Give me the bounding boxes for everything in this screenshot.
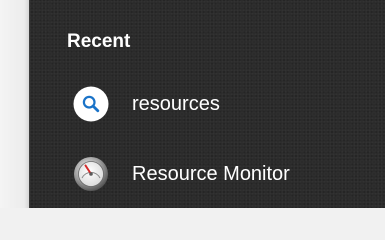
resource-monitor-icon	[73, 156, 109, 192]
recent-item-label: resources	[132, 93, 220, 115]
recent-item-resource-monitor[interactable]: Resource Monitor	[73, 155, 373, 193]
recent-section-title: Recent	[67, 31, 131, 52]
recent-item-label: Resource Monitor	[132, 163, 290, 185]
search-icon	[73, 86, 109, 122]
recent-item-resources[interactable]: resources	[73, 85, 373, 123]
window-left-edge	[0, 0, 29, 208]
recent-panel: Recent resources Resource Monitor	[29, 0, 385, 208]
